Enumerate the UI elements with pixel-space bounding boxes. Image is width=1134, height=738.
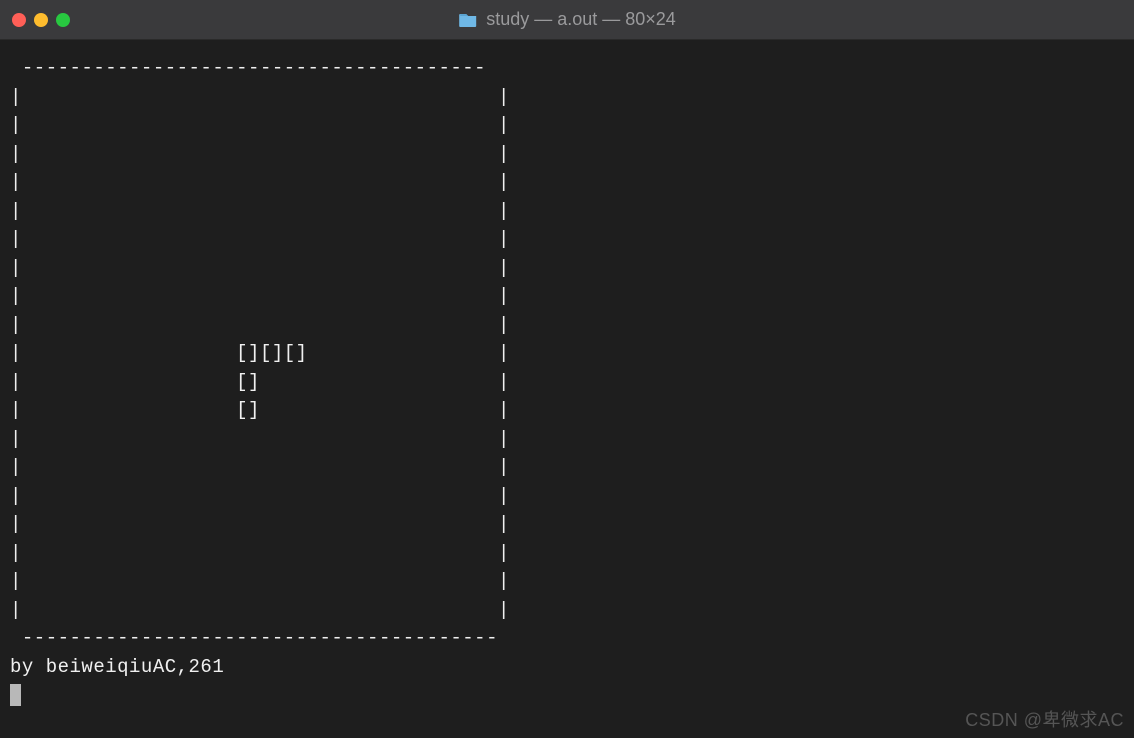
- terminal-line: | |: [10, 425, 1124, 454]
- terminal-line: | |: [10, 567, 1124, 596]
- terminal-line: | |: [10, 225, 1124, 254]
- terminal-line: | |: [10, 282, 1124, 311]
- terminal-line: | [] |: [10, 396, 1124, 425]
- terminal-line: | |: [10, 510, 1124, 539]
- terminal-line: | [] |: [10, 368, 1124, 397]
- terminal-line: | |: [10, 539, 1124, 568]
- terminal-cursor: [10, 684, 21, 706]
- terminal-line: | |: [10, 311, 1124, 340]
- close-button[interactable]: [12, 13, 26, 27]
- terminal-line: | |: [10, 254, 1124, 283]
- terminal-line: | |: [10, 83, 1124, 112]
- folder-icon: [458, 12, 478, 28]
- terminal-line: | |: [10, 140, 1124, 169]
- terminal-line: | [][][] |: [10, 339, 1124, 368]
- window-title: study — a.out — 80×24: [486, 9, 676, 30]
- terminal-line: | |: [10, 111, 1124, 140]
- terminal-output[interactable]: --------------------------------------- …: [0, 40, 1134, 720]
- window-titlebar: study — a.out — 80×24: [0, 0, 1134, 40]
- traffic-lights: [12, 13, 70, 27]
- terminal-line: | |: [10, 453, 1124, 482]
- terminal-line: ---------------------------------------: [10, 54, 1124, 83]
- maximize-button[interactable]: [56, 13, 70, 27]
- terminal-line: | |: [10, 197, 1124, 226]
- terminal-line: ----------------------------------------: [10, 624, 1124, 653]
- terminal-line: | |: [10, 482, 1124, 511]
- terminal-line: | |: [10, 168, 1124, 197]
- minimize-button[interactable]: [34, 13, 48, 27]
- terminal-line: | |: [10, 596, 1124, 625]
- terminal-footer: by beiweiqiuAC,261: [10, 653, 1124, 682]
- window-title-group: study — a.out — 80×24: [458, 9, 676, 30]
- watermark: CSDN @卑微求AC: [965, 706, 1124, 732]
